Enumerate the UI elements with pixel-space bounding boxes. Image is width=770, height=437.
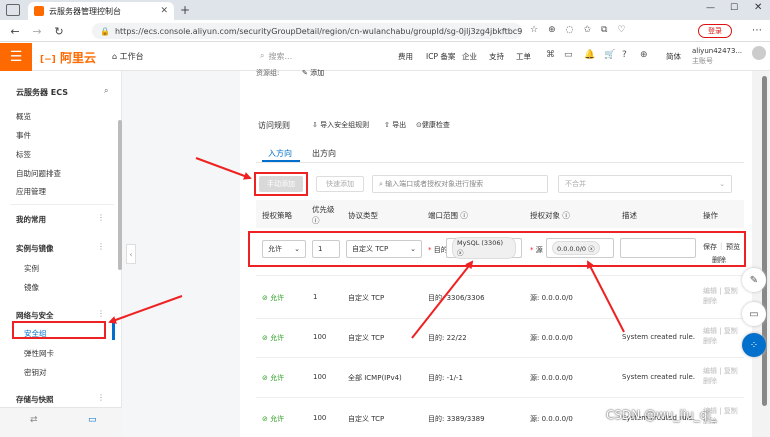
watermark: CSDN @wu_liu_qi_ [606,408,717,422]
arrow-to-source-field [587,260,625,333]
annotation-arrows [108,157,625,339]
arrow-to-port-field [411,260,474,339]
arrow-to-add-button [195,157,252,180]
arrow-to-security-group [108,295,183,324]
